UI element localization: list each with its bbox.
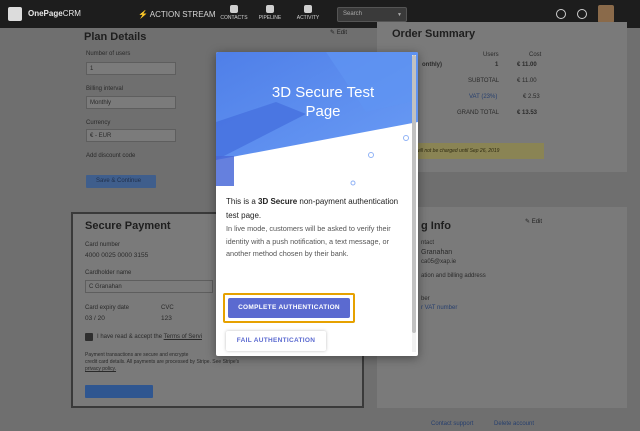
billing-contact-email: ca05@xap.ie bbox=[421, 259, 457, 265]
expiry-field[interactable]: 03 / 20 bbox=[85, 315, 105, 322]
vat-number-label: ber bbox=[421, 296, 430, 302]
subtotal-label: SUBTOTAL bbox=[468, 78, 500, 84]
subtotal-value: € 11.00 bbox=[517, 78, 537, 84]
save-continue-button[interactable]: Save & Continue bbox=[86, 175, 156, 188]
expiry-label: Card expiry date bbox=[85, 305, 130, 311]
secure-payment-title: Secure Payment bbox=[85, 220, 171, 232]
order-row-cost: € 11.00 bbox=[517, 62, 537, 68]
privacy-policy-link[interactable]: privacy policy. bbox=[85, 366, 116, 372]
nav-activity[interactable]: ACTIVITY bbox=[288, 5, 328, 21]
complete-authentication-button[interactable]: COMPLETE AUTHENTICATION bbox=[228, 298, 350, 318]
hero-graphic bbox=[216, 52, 418, 186]
cardholder-label: Cardholder name bbox=[85, 270, 132, 276]
order-row-users: 1 bbox=[495, 62, 499, 68]
number-of-users-label: Number of users bbox=[86, 51, 131, 57]
order-row-label: onthly) bbox=[422, 62, 442, 68]
share-icon[interactable] bbox=[577, 9, 587, 19]
disclaimer-line-1: Payment transactions are secure and encr… bbox=[85, 352, 189, 358]
grand-total-value: € 13.53 bbox=[517, 110, 538, 116]
billing-interval-label: Billing interval bbox=[86, 86, 124, 92]
billing-info-title: g Info bbox=[421, 220, 451, 232]
chevron-down-icon: ▼ bbox=[397, 12, 402, 18]
order-summary-title: Order Summary bbox=[392, 28, 476, 40]
contacts-icon bbox=[230, 5, 238, 13]
grand-total-label: GRAND TOTAL bbox=[457, 110, 500, 116]
pipeline-icon bbox=[266, 5, 274, 13]
currency-label: Currency bbox=[86, 120, 111, 126]
scrollbar-thumb[interactable] bbox=[412, 55, 416, 333]
card-number-field[interactable]: 4000 0025 0000 3155 bbox=[85, 252, 148, 259]
modal-scrollbar[interactable] bbox=[412, 55, 416, 352]
app-logo[interactable]: OnePageCRM bbox=[28, 9, 81, 18]
billing-note: will not be charged until Sep 26, 2019 bbox=[410, 143, 544, 159]
currency-select[interactable]: € - EUR bbox=[86, 129, 176, 142]
vat-label: VAT (23%) bbox=[469, 94, 498, 100]
contact-support-link[interactable]: Contact support bbox=[431, 421, 473, 427]
billing-contact-label: ntact bbox=[421, 240, 435, 246]
highlight-outline: COMPLETE AUTHENTICATION bbox=[223, 293, 355, 323]
logo-icon bbox=[8, 7, 22, 21]
bell-icon[interactable] bbox=[556, 9, 566, 19]
activity-icon bbox=[304, 5, 312, 13]
hero-title: 3D Secure Test Page bbox=[271, 84, 375, 120]
fail-authentication-button[interactable]: FAIL AUTHENTICATION bbox=[226, 331, 326, 351]
cvc-label: CVC bbox=[161, 305, 174, 311]
terms-link[interactable]: Terms of Servi bbox=[164, 334, 202, 340]
billing-interval-select[interactable]: Monthly bbox=[86, 96, 176, 109]
terms-checkbox[interactable] bbox=[85, 333, 93, 341]
action-stream-link[interactable]: ⚡ ACTION STREAM bbox=[138, 10, 216, 19]
number-of-users-select[interactable]: 1 bbox=[86, 62, 176, 75]
billing-edit-link[interactable]: ✎ Edit bbox=[525, 218, 542, 225]
terms-text: I have read & accept the Terms of Servi bbox=[97, 334, 202, 340]
modal-description: In live mode, customers will be asked to… bbox=[226, 224, 391, 258]
disclaimer-line-2: credit card details. All payments are pr… bbox=[85, 359, 240, 365]
vat-value: € 2.53 bbox=[523, 94, 540, 100]
plan-details-title: Plan Details bbox=[84, 31, 147, 43]
delete-account-link[interactable]: Delete account bbox=[494, 421, 534, 427]
hero-banner: 3D Secure Test Page bbox=[216, 52, 418, 192]
nav-pipeline[interactable]: PIPELINE bbox=[250, 5, 290, 21]
nav-contacts[interactable]: CONTACTS bbox=[214, 5, 254, 21]
cvc-field[interactable]: 123 bbox=[161, 315, 172, 322]
card-number-label: Card number bbox=[85, 242, 121, 248]
modal-body: This is a 3D Secure non-payment authenti… bbox=[226, 195, 406, 261]
avatar[interactable] bbox=[598, 5, 614, 23]
col-cost-header: Cost bbox=[529, 52, 542, 58]
search-input[interactable]: Search ▼ bbox=[337, 7, 407, 22]
3d-secure-modal: 3D Secure Test Page This is a 3D Secure … bbox=[216, 52, 418, 356]
billing-contact-name: Granahan bbox=[421, 249, 453, 256]
pay-button[interactable] bbox=[85, 385, 153, 398]
cardholder-field[interactable]: C Granahan bbox=[85, 280, 213, 293]
modal-lead-text: This is a 3D Secure non-payment authenti… bbox=[226, 197, 399, 220]
billing-address-label: ation and billing address bbox=[421, 273, 486, 279]
plan-edit-link[interactable]: ✎ Edit bbox=[330, 29, 347, 36]
add-discount-link[interactable]: Add discount code bbox=[86, 153, 135, 159]
col-users-header: Users bbox=[483, 52, 499, 58]
vat-number-link[interactable]: r VAT number bbox=[421, 305, 457, 311]
